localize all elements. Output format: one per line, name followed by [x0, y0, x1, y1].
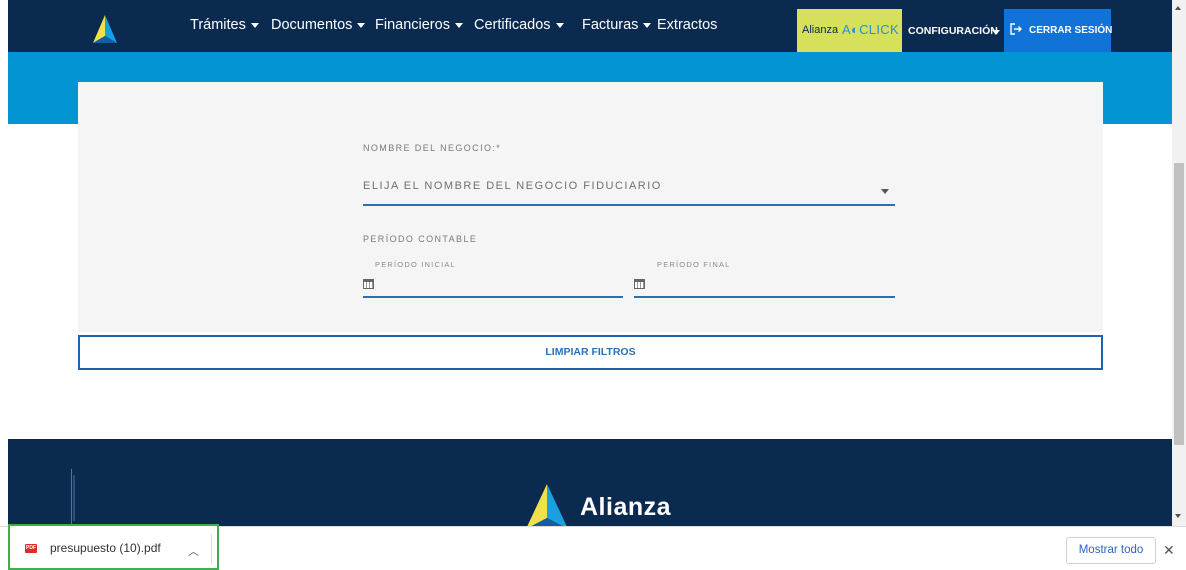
caret-down-icon — [555, 22, 564, 28]
top-navigation-bar: Trámites Documentos Financieros Certific… — [8, 0, 1172, 52]
nav-label: Documentos — [271, 17, 353, 33]
close-icon[interactable]: ✕ — [1163, 542, 1175, 559]
nav-certificados[interactable]: Certificados — [474, 17, 564, 33]
show-all-label: Mostrar todo — [1078, 544, 1144, 556]
aoclick-brand: A◐CLICK — [842, 22, 899, 37]
divider — [211, 534, 212, 564]
caret-down-icon — [250, 22, 259, 28]
period-label: PERÍODO CONTABLE — [363, 234, 478, 244]
business-select[interactable]: ELIJA EL NOMBRE DEL NEGOCIO FIDUCIARIO — [363, 174, 895, 206]
caret-down-icon — [992, 30, 1000, 35]
logout-button[interactable]: CERRAR SESIÓN — [1004, 9, 1113, 52]
nav-financieros[interactable]: Financieros — [375, 17, 463, 33]
period-start-label: PERÍODO INICIAL — [375, 260, 456, 269]
nav-documentos[interactable]: Documentos — [271, 17, 366, 33]
caret-down-icon — [454, 22, 463, 28]
show-all-downloads-button[interactable]: Mostrar todo — [1066, 537, 1156, 564]
calendar-icon — [363, 279, 374, 289]
nav-label: Extractos — [657, 17, 718, 33]
scroll-down-arrow-icon[interactable] — [1175, 514, 1181, 518]
nav-label: Certificados — [474, 17, 551, 33]
business-select-placeholder: ELIJA EL NOMBRE DEL NEGOCIO FIDUCIARIO — [363, 180, 662, 192]
business-name-label: NOMBRE DEL NEGOCIO:* — [363, 143, 502, 153]
scrollbar-thumb[interactable] — [1174, 163, 1184, 445]
period-end-label: PERÍODO FINAL — [657, 260, 731, 269]
dropdown-arrow-icon — [881, 189, 889, 194]
nav-tramites[interactable]: Trámites — [190, 17, 259, 33]
clear-filters-label: LIMPIAR FILTROS — [545, 346, 636, 358]
footer-brand: Alianza — [580, 493, 672, 521]
configuration-menu[interactable]: CONFIGURACIÓN — [902, 9, 1004, 52]
logout-icon — [1010, 23, 1022, 35]
nav-label: Trámites — [190, 17, 246, 33]
logout-label: CERRAR SESIÓN — [1029, 25, 1113, 36]
page-viewport: Trámites Documentos Financieros Certific… — [0, 0, 1172, 526]
nav-label: Facturas — [582, 17, 639, 33]
scroll-up-arrow-icon[interactable] — [1175, 6, 1181, 10]
footer-vertical-tagline — [71, 469, 75, 526]
page-scrollbar[interactable] — [1172, 0, 1186, 526]
chevron-up-icon[interactable]: ︿ — [188, 543, 199, 559]
download-file-name: presupuesto (10).pdf — [50, 541, 161, 555]
pdf-file-icon: PDF — [25, 544, 37, 553]
caret-down-icon — [357, 22, 366, 28]
download-bar: PDF presupuesto (10).pdf ︿ Mostrar todo … — [0, 524, 1186, 570]
period-start-input[interactable] — [363, 272, 623, 298]
calendar-icon — [634, 279, 645, 289]
aoclick-link[interactable]: Alianza A◐CLICK — [797, 9, 902, 52]
nav-label: Financieros — [375, 17, 450, 33]
nav-extractos[interactable]: Extractos — [657, 17, 717, 33]
configuration-label: CONFIGURACIÓN — [908, 25, 998, 37]
nav-facturas[interactable]: Facturas — [582, 17, 652, 33]
download-item[interactable]: PDF presupuesto (10).pdf ︿ — [8, 524, 219, 570]
footer: Alianza — [8, 439, 1172, 526]
filter-panel: NOMBRE DEL NEGOCIO:* ELIJA EL NOMBRE DEL… — [78, 82, 1103, 332]
aoclick-prefix: Alianza — [802, 24, 839, 36]
period-end-input[interactable] — [634, 272, 895, 298]
caret-down-icon — [643, 22, 652, 28]
alianza-logo-icon[interactable] — [92, 14, 118, 44]
clear-filters-button[interactable]: LIMPIAR FILTROS — [78, 335, 1103, 370]
alianza-footer-logo-icon — [527, 484, 567, 526]
